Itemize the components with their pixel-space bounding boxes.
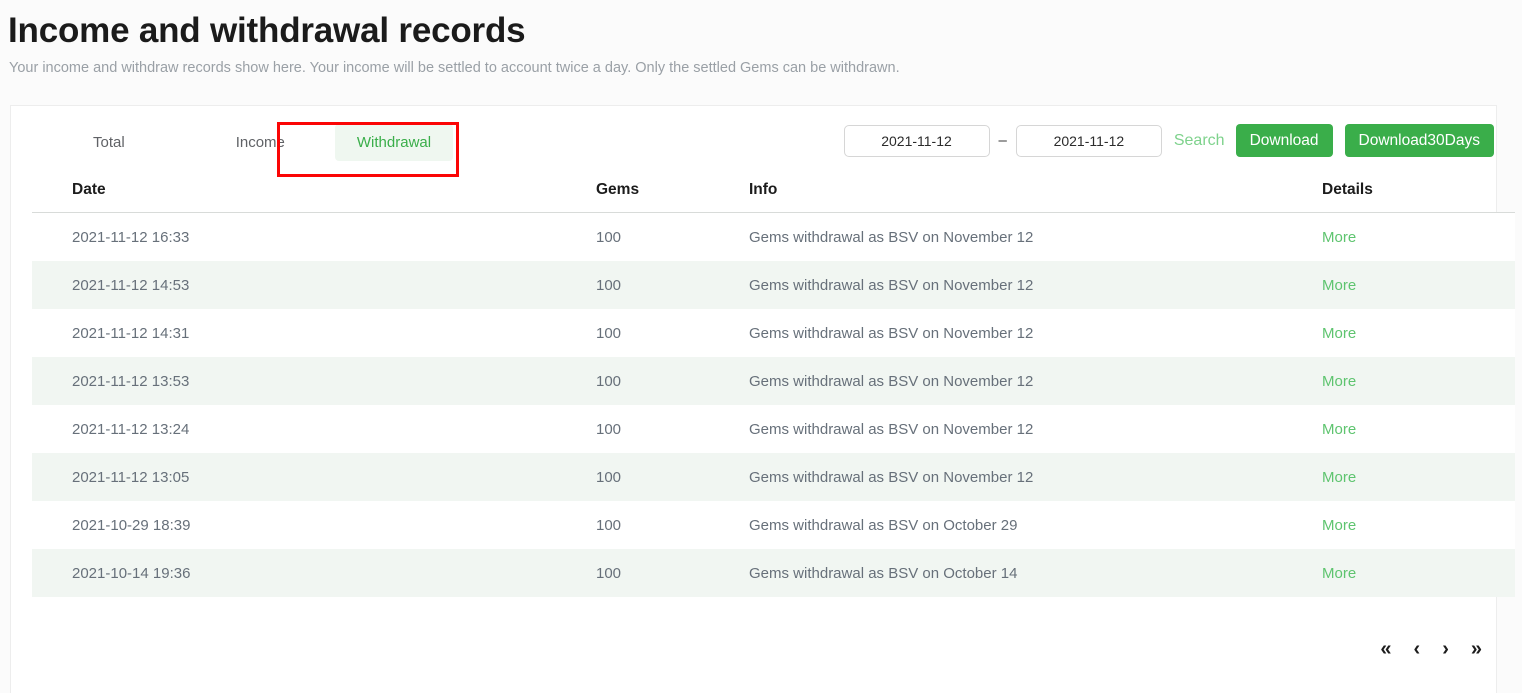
cell-info: Gems withdrawal as BSV on November 12 <box>749 324 1034 342</box>
more-details-link[interactable]: More <box>1322 229 1356 246</box>
cell-info: Gems withdrawal as BSV on November 12 <box>749 276 1034 294</box>
date-range-separator: – <box>998 132 1007 149</box>
pagination: « ‹ › » <box>1380 639 1482 659</box>
records-table-head: Date Gems Info Details <box>32 181 1515 213</box>
page-root: Income and withdrawal records Your incom… <box>0 0 1522 693</box>
search-button[interactable]: Search <box>1174 132 1225 150</box>
cell-info: Gems withdrawal as BSV on October 14 <box>749 564 1018 582</box>
cell-date: 2021-11-12 13:24 <box>72 420 190 438</box>
download-button[interactable]: Download <box>1235 124 1333 157</box>
cell-date: 2021-10-29 18:39 <box>72 516 191 534</box>
cell-gems: 100 <box>596 228 622 246</box>
cell-gems: 100 <box>596 516 622 534</box>
date-from-input[interactable] <box>843 124 990 157</box>
more-details-link[interactable]: More <box>1322 517 1356 534</box>
cell-details: More <box>1306 405 1515 453</box>
table-row: 2021-11-12 13:05 100 Gems withdrawal as BS… <box>32 453 1515 501</box>
cell-gems: 100 <box>596 372 622 390</box>
more-details-link[interactable]: More <box>1322 421 1356 438</box>
cell-details: More <box>1306 213 1515 262</box>
cell-info: Gems withdrawal as BSV on November 12 <box>749 372 1034 390</box>
cell-info: Gems withdrawal as BSV on November 12 <box>749 468 1034 486</box>
tab-total[interactable]: Total <box>71 124 147 161</box>
cell-details: More <box>1306 261 1515 309</box>
table-row: 2021-11-12 14:31 100 Gems withdrawal as BS… <box>32 309 1515 357</box>
more-details-link[interactable]: More <box>1322 565 1356 582</box>
table-row: 2021-11-12 16:33 100 Gems withdrawal as BS… <box>32 212 1515 262</box>
table-row: 2021-11-12 13:53 100 Gems withdrawal as BS… <box>32 357 1515 405</box>
page-subtitle: Your income and withdraw records show he… <box>9 60 900 76</box>
cell-details: More <box>1306 501 1515 549</box>
cell-date: 2021-11-12 13:53 <box>72 372 190 390</box>
table-row: 2021-10-29 18:39 100 Gems withdrawal as BS… <box>32 501 1515 549</box>
records-card: Total Income Withdrawal – Search Downloa… <box>10 105 1515 693</box>
records-toolbar: Total Income Withdrawal – Search Downloa… <box>11 106 1496 186</box>
cell-gems: 100 <box>596 324 622 342</box>
cell-gems: 100 <box>596 420 622 438</box>
pagination-next-button[interactable]: › <box>1442 639 1449 659</box>
cell-details: More <box>1306 309 1515 357</box>
table-row: 2021-10-14 19:36 100 Gems withdrawal as BS… <box>32 549 1515 597</box>
cell-date: 2021-10-14 19:36 <box>72 564 191 582</box>
more-details-link[interactable]: More <box>1322 325 1356 342</box>
pagination-first-button[interactable]: « <box>1380 639 1391 659</box>
cell-date: 2021-11-12 14:53 <box>72 276 190 294</box>
cell-gems: 100 <box>596 276 622 294</box>
cell-details: More <box>1306 453 1515 501</box>
cell-date: 2021-11-12 16:33 <box>72 228 190 246</box>
page-title: Income and withdrawal records <box>8 11 526 50</box>
download-30-days-button[interactable]: Download30Days <box>1344 124 1494 157</box>
column-header-gems: Gems <box>595 181 748 213</box>
cell-gems: 100 <box>596 468 622 486</box>
more-details-link[interactable]: More <box>1322 373 1356 390</box>
tab-income[interactable]: Income <box>214 124 307 161</box>
table-row: 2021-11-12 13:24 100 Gems withdrawal as BS… <box>32 405 1515 453</box>
column-header-details: Details <box>1306 181 1515 213</box>
pagination-prev-button[interactable]: ‹ <box>1414 639 1421 659</box>
table-header-row: Date Gems Info Details <box>32 181 1515 213</box>
cell-details: More <box>1306 549 1515 597</box>
cell-info: Gems withdrawal as BSV on November 12 <box>749 420 1034 438</box>
date-to-input[interactable] <box>1015 124 1162 157</box>
more-details-link[interactable]: More <box>1322 469 1356 486</box>
cell-details: More <box>1306 357 1515 405</box>
cell-date: 2021-11-12 13:05 <box>72 468 190 486</box>
filter-controls: – Search Download Download30Days <box>843 124 1494 157</box>
record-type-tabs: Total Income Withdrawal <box>71 124 454 161</box>
column-header-info: Info <box>748 181 1306 213</box>
table-row: 2021-11-12 14:53 100 Gems withdrawal as BS… <box>32 261 1515 309</box>
more-details-link[interactable]: More <box>1322 277 1356 294</box>
cell-info: Gems withdrawal as BSV on October 29 <box>749 516 1018 534</box>
column-header-date: Date <box>32 181 595 213</box>
pagination-last-button[interactable]: » <box>1471 639 1482 659</box>
cell-gems: 100 <box>596 564 622 582</box>
cell-info: Gems withdrawal as BSV on November 12 <box>749 228 1034 246</box>
records-table-body: 2021-11-12 16:33 100 Gems withdrawal as BS… <box>32 212 1515 597</box>
records-table: Date Gems Info Details 2021-11-12 16:33 1… <box>32 181 1515 597</box>
cell-date: 2021-11-12 14:31 <box>72 324 190 342</box>
tab-withdrawal[interactable]: Withdrawal <box>334 124 454 161</box>
